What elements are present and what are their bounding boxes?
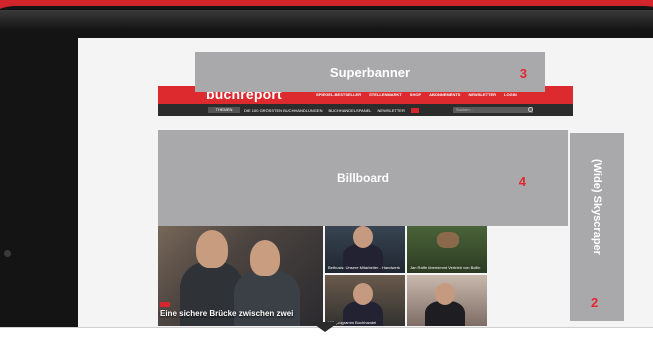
nav-item-bestseller[interactable]: SPIEGEL-BESTSELLER xyxy=(316,92,361,97)
chevron-down-icon xyxy=(311,322,339,332)
person-left-head xyxy=(196,230,228,268)
superbanner-number: 3 xyxy=(519,66,527,81)
nav-item-abonnements[interactable]: ABONNEMENTS xyxy=(429,92,460,97)
skyscraper-label: (Wide) Skyscraper xyxy=(591,159,603,255)
lead-headline[interactable]: Eine sichere Brücke zwischen zwei xyxy=(160,309,293,318)
red-tag-icon xyxy=(410,108,419,113)
article-teaser: Bethusis: Unsere Mitarbeiter - Handwerk xyxy=(328,265,401,270)
tablet-camera-icon xyxy=(4,250,11,257)
sub-nav: THEMEN DIE 100 GRÖSSTEN BUCHHANDLUNGEN B… xyxy=(158,104,573,116)
article-teaser: Hilfsprogramm Buchhandel xyxy=(328,320,377,325)
sub-link-newsletter[interactable]: NEWSLETTER xyxy=(378,108,405,113)
themen-dropdown[interactable]: THEMEN xyxy=(208,107,240,113)
nav-item-newsletter[interactable]: NEWSLETTER xyxy=(468,92,496,97)
sub-link-panel[interactable]: BUCHHANDELSPANEL xyxy=(328,108,371,113)
lead-article-card[interactable]: Eine sichere Brücke zwischen zwei xyxy=(158,218,323,326)
sub-nav-links: DIE 100 GRÖSSTEN BUCHHANDLUNGEN BUCHHAND… xyxy=(244,108,419,113)
main-nav: SPIEGEL-BESTSELLER STELLENMARKT SHOP ABO… xyxy=(316,92,517,97)
superbanner-label: Superbanner xyxy=(329,64,411,80)
portrait-head xyxy=(435,283,455,305)
sub-link-groessten[interactable]: DIE 100 GRÖSSTEN BUCHHANDLUNGEN xyxy=(244,108,322,113)
nav-item-login[interactable]: LOGIN xyxy=(504,92,517,97)
billboard-ad-slot: Billboard 4 xyxy=(158,130,568,226)
category-tag xyxy=(160,302,170,307)
search-icon[interactable] xyxy=(528,107,533,112)
billboard-number: 4 xyxy=(518,174,526,189)
promo-graphic: buchreport SPIEGEL-BESTSELLER STELLENMAR… xyxy=(0,0,653,338)
tablet-bezel-highlight xyxy=(0,10,653,30)
portrait-head xyxy=(353,283,373,305)
article-card[interactable] xyxy=(407,275,487,326)
billboard-label: Billboard xyxy=(336,171,389,185)
skyscraper-ad-slot: (Wide) Skyscraper 2 xyxy=(570,133,624,321)
article-teaser: Jan Raffe übernimmt Vertrieb von Bollin xyxy=(410,265,481,270)
article-grid: Eine sichere Brücke zwischen zwei Bethus… xyxy=(158,218,573,326)
person-right-head xyxy=(250,240,280,276)
nav-item-shop[interactable]: SHOP xyxy=(410,92,421,97)
article-card[interactable]: Hilfsprogramm Buchhandel xyxy=(325,275,405,326)
deer-image xyxy=(437,232,459,248)
search-input[interactable]: Suchen... xyxy=(453,107,533,113)
article-card[interactable]: Jan Raffe übernimmt Vertrieb von Bollin xyxy=(407,218,487,273)
superbanner-ad-slot: Superbanner 3 xyxy=(195,52,545,92)
nav-item-stellenmarkt[interactable]: STELLENMARKT xyxy=(369,92,402,97)
article-card[interactable]: Bethusis: Unsere Mitarbeiter - Handwerk xyxy=(325,218,405,273)
portrait-head xyxy=(353,226,373,248)
skyscraper-number: 2 xyxy=(591,295,599,310)
